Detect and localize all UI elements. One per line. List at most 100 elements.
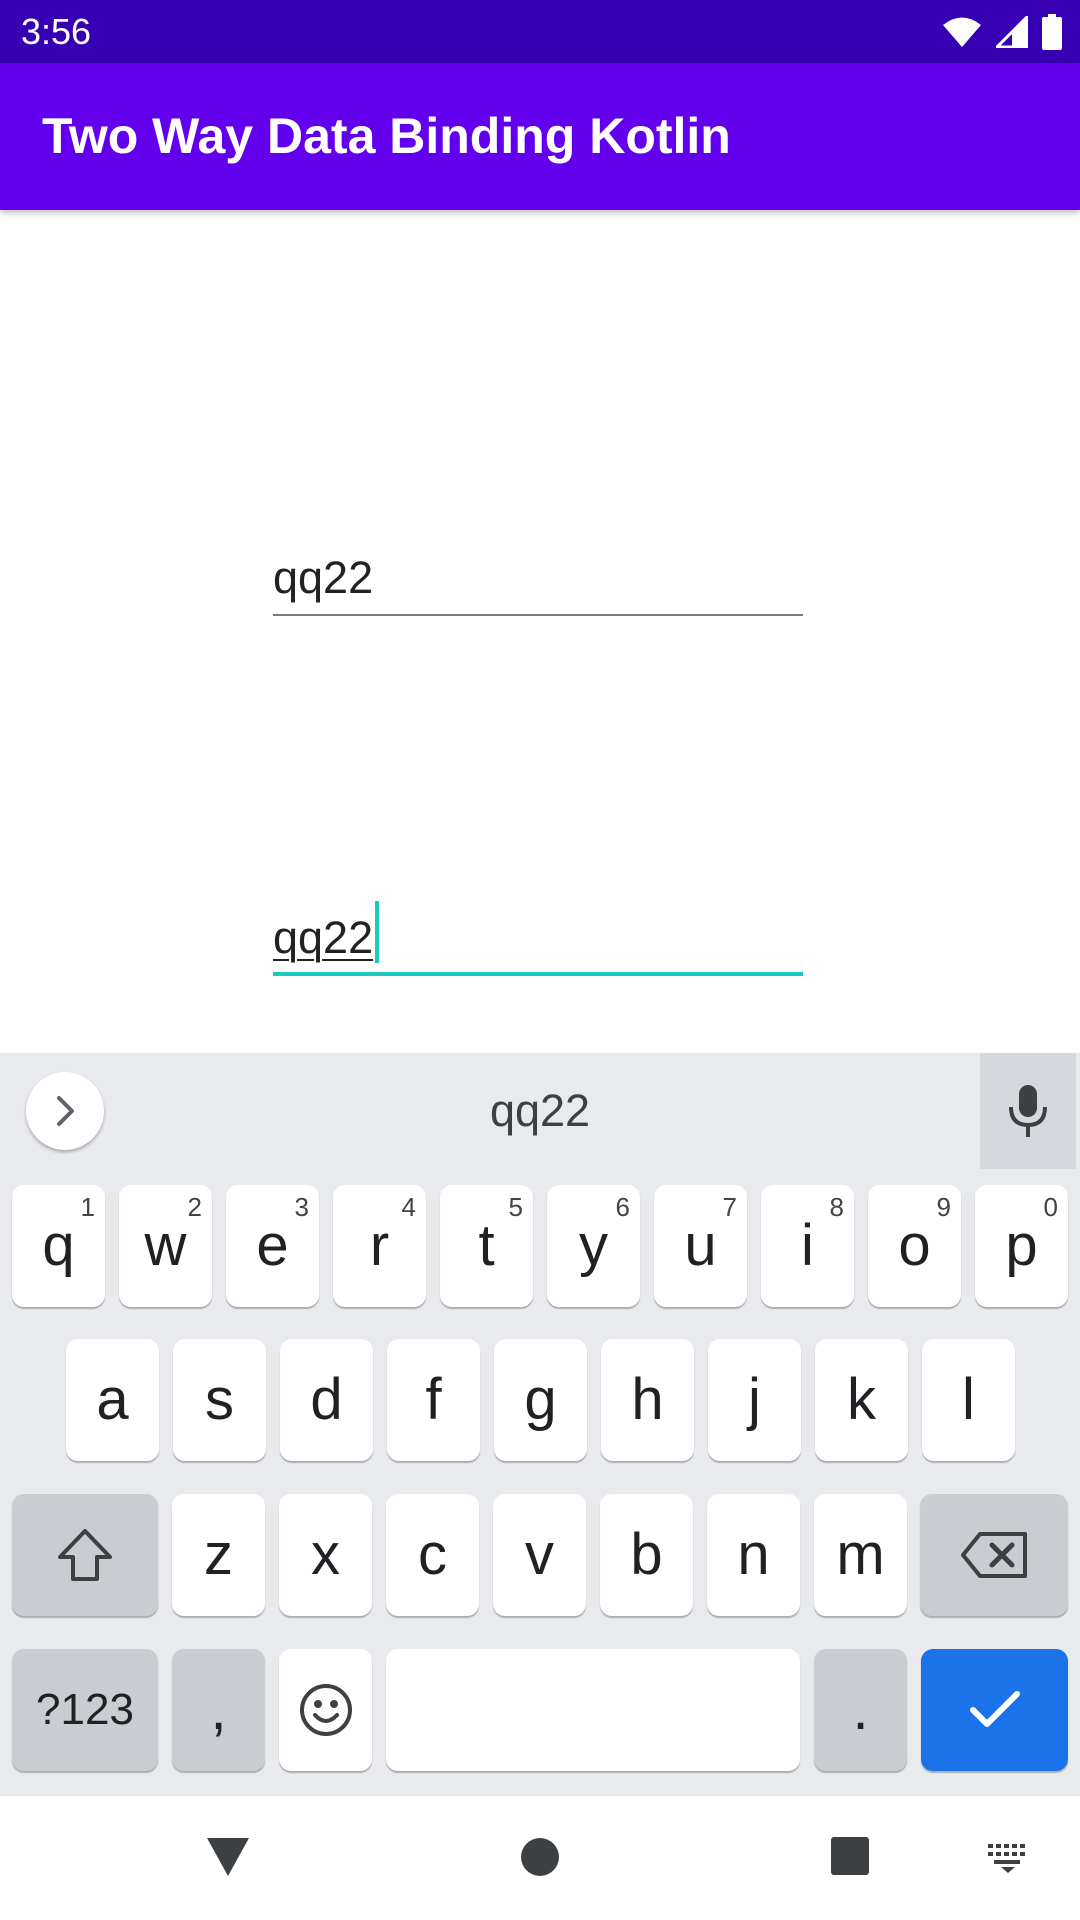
key-b-label: b xyxy=(630,1522,663,1587)
checkmark-icon xyxy=(969,1691,1020,1727)
key-v[interactable]: v xyxy=(493,1494,586,1616)
key-c-label: c xyxy=(418,1522,447,1587)
key-f[interactable]: f xyxy=(387,1339,480,1461)
key-y-number-hint: 6 xyxy=(615,1192,630,1222)
key-z[interactable]: z xyxy=(172,1494,265,1616)
key-r-label: r xyxy=(369,1213,390,1278)
comma-key[interactable]: , xyxy=(172,1649,265,1771)
done-key[interactable] xyxy=(921,1649,1068,1771)
key-k[interactable]: k xyxy=(815,1339,908,1461)
key-z-label: z xyxy=(204,1522,233,1587)
shift-icon xyxy=(58,1529,112,1581)
key-k-label: k xyxy=(847,1367,876,1432)
key-g-label: g xyxy=(524,1367,557,1432)
key-w[interactable]: w2 xyxy=(119,1185,212,1307)
key-p[interactable]: p0 xyxy=(975,1185,1068,1307)
text-cursor xyxy=(375,901,380,963)
key-e[interactable]: e3 xyxy=(226,1185,319,1307)
key-p-label: p xyxy=(1005,1213,1038,1278)
key-c[interactable]: c xyxy=(386,1494,479,1616)
period-key-label: . xyxy=(852,1677,869,1742)
keyboard-suggestion[interactable]: qq22 xyxy=(0,1053,1080,1169)
keyboard-switch-icon[interactable] xyxy=(986,1842,1030,1874)
key-o-label: o xyxy=(898,1213,931,1278)
back-icon[interactable] xyxy=(205,1836,251,1878)
key-j[interactable]: j xyxy=(708,1339,801,1461)
text-field-2-value: qq22 xyxy=(273,912,374,963)
emoji-icon xyxy=(299,1684,352,1736)
text-field-2[interactable]: qq22 xyxy=(273,901,803,976)
key-r[interactable]: r4 xyxy=(333,1185,426,1307)
key-f-label: f xyxy=(425,1367,442,1432)
key-s[interactable]: s xyxy=(173,1339,266,1461)
key-g[interactable]: g xyxy=(494,1339,587,1461)
key-h[interactable]: h xyxy=(601,1339,694,1461)
key-r-number-hint: 4 xyxy=(401,1192,416,1222)
key-n-label: n xyxy=(737,1522,770,1587)
app-bar: Two Way Data Binding Kotlin xyxy=(0,63,1080,210)
microphone-icon xyxy=(1009,1085,1047,1137)
key-i-number-hint: 8 xyxy=(829,1192,844,1222)
text-field-1[interactable]: qq22 xyxy=(273,546,803,616)
text-field-1-underline xyxy=(273,614,803,616)
key-w-label: w xyxy=(144,1213,187,1278)
status-time: 3:56 xyxy=(21,11,92,52)
key-p-number-hint: 0 xyxy=(1043,1192,1058,1222)
key-m[interactable]: m xyxy=(814,1494,907,1616)
key-l[interactable]: l xyxy=(922,1339,1015,1461)
key-m-label: m xyxy=(836,1522,885,1587)
key-t[interactable]: t5 xyxy=(440,1185,533,1307)
key-u-number-hint: 7 xyxy=(722,1192,737,1222)
text-field-2-underline xyxy=(273,972,803,976)
key-t-number-hint: 5 xyxy=(508,1192,523,1222)
key-a-label: a xyxy=(96,1367,129,1432)
key-v-label: v xyxy=(525,1522,554,1587)
recents-icon[interactable] xyxy=(830,1836,870,1876)
key-x[interactable]: x xyxy=(279,1494,372,1616)
key-x-label: x xyxy=(311,1522,340,1587)
app-title: Two Way Data Binding Kotlin xyxy=(42,108,731,164)
key-e-label: e xyxy=(256,1213,289,1278)
key-j-label: j xyxy=(748,1367,761,1432)
voice-input-button[interactable] xyxy=(980,1053,1076,1169)
emoji-key[interactable] xyxy=(279,1649,372,1771)
key-i-label: i xyxy=(801,1213,814,1278)
key-e-number-hint: 3 xyxy=(294,1192,309,1222)
wifi-icon xyxy=(943,17,981,47)
key-d[interactable]: d xyxy=(280,1339,373,1461)
key-y-label: y xyxy=(579,1213,608,1278)
key-b[interactable]: b xyxy=(600,1494,693,1616)
key-l-label: l xyxy=(962,1367,975,1432)
key-w-number-hint: 2 xyxy=(187,1192,202,1222)
status-bar: 3:56 xyxy=(0,0,1080,63)
shift-key[interactable] xyxy=(12,1494,158,1616)
key-y[interactable]: y6 xyxy=(547,1185,640,1307)
key-t-label: t xyxy=(478,1213,495,1278)
keyboard-expand-button[interactable] xyxy=(26,1072,104,1150)
keyboard-toolbar: qq22 xyxy=(0,1053,1080,1169)
period-key[interactable]: . xyxy=(814,1649,907,1771)
key-q-label: q xyxy=(42,1213,75,1278)
key-i[interactable]: i8 xyxy=(761,1185,854,1307)
soft-keyboard: qq22 q1w2e3r4t5y6u7i8o9p0 asdfghjkl z x … xyxy=(0,1053,1080,1795)
home-icon[interactable] xyxy=(519,1836,561,1878)
backspace-key[interactable] xyxy=(920,1494,1068,1616)
key-h-label: h xyxy=(631,1367,664,1432)
key-u[interactable]: u7 xyxy=(654,1185,747,1307)
space-key[interactable] xyxy=(386,1649,800,1771)
symbols-key[interactable]: ?123 xyxy=(12,1649,158,1771)
navigation-bar xyxy=(0,1795,1080,1920)
status-icons xyxy=(942,12,1062,52)
key-q[interactable]: q1 xyxy=(12,1185,105,1307)
cell-signal-icon xyxy=(996,16,1028,48)
text-field-2-value-wrap: qq22 xyxy=(273,901,380,964)
key-a[interactable]: a xyxy=(66,1339,159,1461)
battery-icon xyxy=(1042,14,1062,50)
key-u-label: u xyxy=(684,1213,717,1278)
key-n[interactable]: n xyxy=(707,1494,800,1616)
key-o-number-hint: 9 xyxy=(936,1192,951,1222)
text-field-1-value: qq22 xyxy=(273,552,374,603)
key-o[interactable]: o9 xyxy=(868,1185,961,1307)
key-s-label: s xyxy=(205,1367,234,1432)
key-q-number-hint: 1 xyxy=(80,1192,95,1222)
